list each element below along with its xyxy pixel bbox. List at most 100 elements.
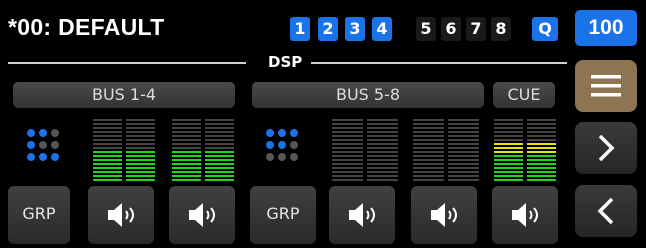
cue-meter-segment	[527, 131, 556, 133]
group-bus-1-4[interactable]: BUS 1-4	[13, 82, 235, 108]
cue-meter-segment	[494, 163, 523, 165]
mute-button-3[interactable]	[329, 186, 395, 244]
bus-5-8-meter-b-segment	[448, 151, 479, 153]
bus-5-8-meter-b-segment	[448, 147, 479, 149]
bus-5-8-meter-b-segment	[413, 127, 444, 129]
bus-5-8-meter-b-segment	[413, 175, 444, 177]
cue-meter-segment	[494, 139, 523, 141]
bus-5-8-meter-b-segment	[413, 131, 444, 133]
bus-1-4-meter-a-segment	[126, 119, 155, 121]
bus-5-8-meter-a	[332, 119, 398, 181]
bus-5-8-meter-b-segment	[448, 179, 479, 181]
bus-1-4-meter-a-segment	[93, 127, 122, 129]
cue-meter-segment	[527, 175, 556, 177]
bus-1-4-meter-b-segment	[205, 139, 234, 141]
bus-5-8-meter-a-segment	[367, 139, 398, 141]
bus-5-8-meter-b-segment	[448, 171, 479, 173]
bus-tab-7[interactable]: 7	[466, 17, 486, 41]
bus-5-8-meter-a-segment	[332, 151, 363, 153]
menu-icon	[591, 75, 621, 97]
speaker-icon	[431, 203, 457, 227]
cue-meter-segment	[527, 179, 556, 181]
bus-5-8-meter-a-segment	[367, 147, 398, 149]
chevron-left-icon	[597, 197, 614, 225]
bus-5-8-meter-b-segment	[413, 139, 444, 141]
cue-meter-segment	[527, 119, 556, 121]
volume-display[interactable]: 100	[575, 10, 637, 46]
bus-1-4-meter-a-segment	[126, 139, 155, 141]
bus-tab-1[interactable]: 1	[290, 17, 310, 41]
bus-5-8-meter-a-segment	[332, 171, 363, 173]
bus-1-4-meter-b-segment	[205, 179, 234, 181]
bus-5-8-meter-a-segment	[367, 155, 398, 157]
bus-1-4-meter-b-segment	[172, 163, 201, 165]
bus-1-4-meter-b-segment	[172, 159, 201, 161]
bus-5-8-meter-b-segment	[413, 151, 444, 153]
bus-1-4-meter-a-segment	[93, 123, 122, 125]
grp-button-2[interactable]: GRP	[250, 186, 316, 244]
grp-label: GRP	[266, 204, 300, 223]
bus-tab-3[interactable]: 3	[345, 17, 365, 41]
bus-1-4-meter-a-segment	[93, 179, 122, 181]
cue-meter-segment	[527, 155, 556, 157]
bus-5-8-meter-b-segment	[448, 175, 479, 177]
bus-5-8-meter-a-segment	[367, 159, 398, 161]
mute-button-2[interactable]	[169, 186, 235, 244]
bus-1-4-meter-a-segment	[93, 151, 122, 153]
bus-5-8-meter-a-segment	[332, 175, 363, 177]
bus-tab-4[interactable]: 4	[372, 17, 392, 41]
bus-1-4-meter-a-segment	[93, 119, 122, 121]
bus-tab-6[interactable]: 6	[441, 17, 461, 41]
bus-1-4-meter-b-segment	[172, 119, 201, 121]
bus-1-4-meter-a-segment	[93, 155, 122, 157]
cue-meter-segment	[494, 143, 523, 145]
group-cue[interactable]: CUE	[493, 82, 555, 108]
mute-button-4[interactable]	[411, 186, 477, 244]
prev-button[interactable]	[575, 185, 637, 237]
bus-5-8-meter-a-segment	[332, 131, 363, 133]
bus-5-8-meter-a-segment	[367, 143, 398, 145]
bus-tab-5[interactable]: 5	[416, 17, 436, 41]
grp-button-1[interactable]: GRP	[8, 186, 70, 244]
bus-tab-8[interactable]: 8	[491, 17, 511, 41]
speaker-icon	[108, 203, 134, 227]
next-button[interactable]	[575, 122, 637, 174]
mute-button-1[interactable]	[88, 186, 154, 244]
bus-5-8-meter-b-segment	[448, 119, 479, 121]
bus-1-4-meter-b-segment	[172, 143, 201, 145]
bus-5-8-meter-b-segment	[448, 159, 479, 161]
grid-dots-icon[interactable]	[265, 128, 305, 166]
bus-5-8-meter-b-segment	[448, 155, 479, 157]
mute-button-5[interactable]	[492, 186, 558, 244]
bus-5-8-meter-b-segment	[413, 147, 444, 149]
bus-5-8-meter-a-segment	[367, 167, 398, 169]
bus-1-4-meter-a-segment	[126, 127, 155, 129]
bus-1-4-meter-a-segment	[93, 167, 122, 169]
bus-1-4-meter-b-segment	[205, 155, 234, 157]
bus-1-4-meter-b-segment	[205, 127, 234, 129]
bus-1-4-meter-b-segment	[205, 119, 234, 121]
grp-label: GRP	[22, 204, 56, 223]
cue-meter-segment	[494, 123, 523, 125]
bus-1-4-meter-a-segment	[126, 171, 155, 173]
bus-1-4-meter-b-segment	[205, 123, 234, 125]
group-bus-5-8[interactable]: BUS 5-8	[252, 82, 484, 108]
bus-1-4-meter-b-segment	[205, 135, 234, 137]
bus-5-8-meter-b-segment	[448, 135, 479, 137]
grid-dots-icon[interactable]	[26, 128, 66, 166]
q-button[interactable]: Q	[532, 17, 558, 41]
bus-5-8-meter-a-segment	[367, 163, 398, 165]
bus-5-8-meter-a-segment	[367, 127, 398, 129]
bus-1-4-meter-a-segment	[93, 147, 122, 149]
cue-meter-segment	[527, 151, 556, 153]
divider-left	[8, 62, 246, 64]
bus-tab-2[interactable]: 2	[318, 17, 338, 41]
bus-5-8-meter-a-segment	[367, 171, 398, 173]
bus-1-4-meter-a-segment	[126, 159, 155, 161]
cue-meter-segment	[494, 155, 523, 157]
bus-5-8-meter-b-segment	[413, 143, 444, 145]
bus-1-4-meter-b-segment	[172, 171, 201, 173]
cue-meter-segment	[527, 163, 556, 165]
menu-button[interactable]	[575, 60, 637, 112]
bus-1-4-meter-a-segment	[93, 143, 122, 145]
